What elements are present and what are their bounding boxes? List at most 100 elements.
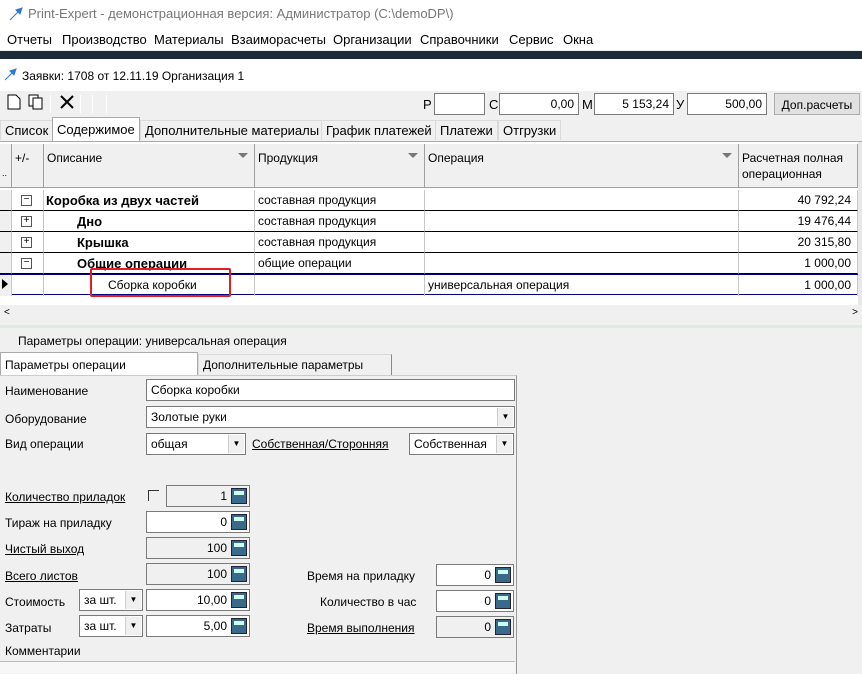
description-header-label: Описание bbox=[47, 151, 103, 165]
qty-checkbox[interactable] bbox=[148, 490, 159, 501]
menu-service[interactable]: Сервис bbox=[509, 32, 554, 47]
net-field[interactable]: 100 bbox=[146, 537, 250, 559]
chevron-down-icon[interactable]: ▼ bbox=[125, 617, 141, 635]
calculator-icon[interactable] bbox=[231, 488, 247, 504]
chevron-down-icon[interactable]: ▼ bbox=[497, 408, 513, 426]
sort-dropdown-icon[interactable] bbox=[238, 153, 248, 158]
menu-windows[interactable]: Окна bbox=[563, 32, 593, 47]
table-row[interactable]: + Крышка составная продукция 20 315,80 bbox=[0, 232, 858, 253]
run-field[interactable]: 0 bbox=[146, 511, 250, 533]
tab-operation-params[interactable]: Параметры операции bbox=[0, 352, 198, 376]
exec-time-value: 0 bbox=[484, 620, 491, 634]
menu-settlements[interactable]: Взаиморасчеты bbox=[231, 32, 326, 47]
calculator-icon[interactable] bbox=[231, 592, 247, 608]
sort-dropdown-icon[interactable] bbox=[408, 153, 418, 158]
calculator-icon[interactable] bbox=[495, 593, 511, 609]
menu-reports[interactable]: Отчеты bbox=[7, 32, 52, 47]
per-hour-field[interactable]: 0 bbox=[436, 590, 514, 612]
per-hour-value: 0 bbox=[484, 594, 491, 608]
expand-cell[interactable]: + bbox=[12, 211, 44, 232]
delete-icon[interactable] bbox=[57, 94, 77, 114]
table-row[interactable]: + Дно составная продукция 19 476,44 bbox=[0, 211, 858, 232]
expand-column-header[interactable]: +/- bbox=[12, 144, 44, 188]
sheets-field[interactable]: 100 bbox=[146, 563, 250, 585]
c-field[interactable]: 0,00 bbox=[499, 93, 579, 115]
toolbar-separator bbox=[50, 95, 51, 113]
calculator-icon[interactable] bbox=[495, 567, 511, 583]
cost-unit-select[interactable]: за шт. ▼ bbox=[79, 589, 143, 611]
cost-header-line1: Расчетная полная bbox=[742, 151, 844, 165]
comments-area[interactable] bbox=[0, 661, 515, 673]
expand-cell[interactable] bbox=[12, 275, 44, 296]
u-field[interactable]: 500,00 bbox=[687, 93, 767, 115]
per-hour-label: Количество в час bbox=[320, 595, 417, 609]
copy-icon[interactable] bbox=[26, 94, 46, 114]
calculator-icon[interactable] bbox=[231, 566, 247, 582]
title-bar: Print-Expert - демонстрационная версия: … bbox=[0, 0, 862, 28]
chevron-down-icon[interactable]: ▼ bbox=[496, 435, 512, 453]
net-label[interactable]: Чистый выход bbox=[5, 542, 84, 556]
expand-cell[interactable]: + bbox=[12, 232, 44, 253]
own-value: Собственная bbox=[414, 437, 487, 451]
tab-shipments[interactable]: Отгрузки bbox=[498, 120, 562, 140]
exec-time-label[interactable]: Время выполнения bbox=[307, 621, 414, 635]
table-row[interactable]: − Коробка из двух частей составная проду… bbox=[0, 190, 858, 211]
calculator-icon[interactable] bbox=[231, 618, 247, 634]
tab-payment-schedule[interactable]: График платежей bbox=[321, 120, 437, 140]
expense-unit-select[interactable]: за шт. ▼ bbox=[79, 615, 143, 637]
new-document-icon[interactable] bbox=[4, 94, 24, 114]
description-column-header[interactable]: Описание bbox=[44, 144, 255, 188]
operation-cell bbox=[425, 190, 739, 211]
description-cell: Крышка bbox=[44, 232, 255, 253]
tab-list[interactable]: Список bbox=[0, 120, 54, 140]
qty-field[interactable]: 1 bbox=[166, 485, 250, 507]
scroll-right-icon[interactable]: > bbox=[852, 307, 858, 318]
exec-time-field[interactable]: 0 bbox=[436, 616, 514, 638]
operation-column-header[interactable]: Операция bbox=[425, 144, 739, 188]
description-cell: Дно bbox=[44, 211, 255, 232]
calculator-icon[interactable] bbox=[495, 619, 511, 635]
name-input[interactable]: Сборка коробки bbox=[146, 379, 515, 401]
expand-cell[interactable]: − bbox=[12, 253, 44, 274]
expand-cell[interactable]: − bbox=[12, 190, 44, 211]
calculator-icon[interactable] bbox=[231, 540, 247, 556]
window-title: Print-Expert - демонстрационная версия: … bbox=[28, 6, 454, 21]
qty-label[interactable]: Количество приладок bbox=[5, 490, 125, 504]
chevron-down-icon[interactable]: ▼ bbox=[125, 591, 141, 609]
menu-production[interactable]: Производство bbox=[62, 32, 147, 47]
expand-icon[interactable]: + bbox=[21, 216, 32, 227]
r-field[interactable] bbox=[434, 93, 485, 115]
expense-field[interactable]: 5,00 bbox=[146, 615, 250, 637]
params-title: Параметры операции: универсальная операц… bbox=[18, 334, 287, 348]
chevron-down-icon[interactable]: ▼ bbox=[228, 435, 244, 453]
equipment-select[interactable]: Золотые руки ▼ bbox=[146, 406, 515, 428]
cost-field[interactable]: 10,00 bbox=[146, 589, 250, 611]
calculator-icon[interactable] bbox=[231, 514, 247, 530]
equipment-label: Оборудование bbox=[5, 412, 87, 426]
collapse-icon[interactable]: − bbox=[21, 258, 32, 269]
extra-calculations-button[interactable]: Доп.расчеты bbox=[774, 93, 860, 115]
splitter[interactable] bbox=[0, 325, 862, 328]
tab-extra-params[interactable]: Дополнительные параметры bbox=[198, 354, 392, 376]
vertical-scrollbar[interactable] bbox=[858, 142, 862, 306]
collapse-icon[interactable]: − bbox=[21, 195, 32, 206]
own-label[interactable]: Собственная/Сторонняя bbox=[252, 437, 389, 451]
cost-column-header[interactable]: Расчетная полная операционная bbox=[739, 144, 858, 188]
menu-directories[interactable]: Справочники bbox=[420, 32, 499, 47]
operation-cell: универсальная операция bbox=[425, 275, 739, 296]
sheets-label[interactable]: Всего листов bbox=[5, 569, 78, 583]
expand-icon[interactable]: + bbox=[21, 237, 32, 248]
horizontal-scrollbar[interactable]: < > bbox=[0, 305, 862, 322]
setup-time-field[interactable]: 0 bbox=[436, 564, 514, 586]
sort-dropdown-icon[interactable] bbox=[722, 153, 732, 158]
menu-organizations[interactable]: Организации bbox=[333, 32, 412, 47]
tab-payments[interactable]: Платежи bbox=[435, 120, 498, 140]
optype-select[interactable]: общая ▼ bbox=[146, 433, 246, 455]
own-select[interactable]: Собственная ▼ bbox=[409, 433, 514, 455]
menu-materials[interactable]: Материалы bbox=[154, 32, 224, 47]
tab-extra-materials[interactable]: Дополнительные материалы bbox=[140, 120, 325, 140]
scroll-left-icon[interactable]: < bbox=[4, 307, 10, 318]
tab-content[interactable]: Содержимое bbox=[52, 117, 140, 141]
product-column-header[interactable]: Продукция bbox=[255, 144, 425, 188]
m-field[interactable]: 5 153,24 bbox=[594, 93, 674, 115]
